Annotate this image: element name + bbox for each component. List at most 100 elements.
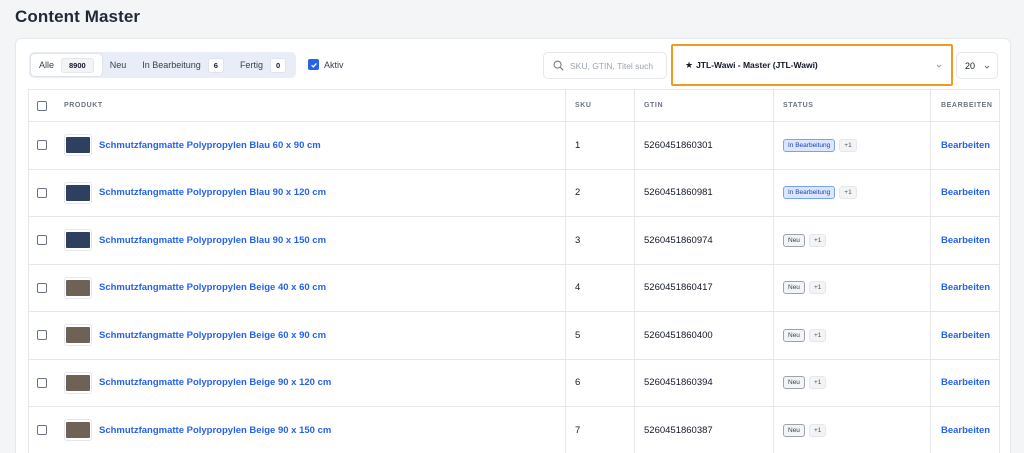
product-thumbnail — [64, 371, 92, 394]
table-row: Schmutzfangmatte Polypropylen Beige 60 x… — [28, 312, 1000, 360]
product-thumbnail — [64, 229, 92, 252]
sku-value: 3 — [575, 234, 581, 246]
product-image — [66, 184, 90, 201]
table-row: Schmutzfangmatte Polypropylen Blau 60 x … — [28, 122, 1000, 170]
sku-value: 5 — [575, 329, 581, 341]
row-checkbox[interactable] — [37, 140, 47, 151]
edit-link[interactable]: Bearbeiten — [941, 282, 990, 293]
table-row: Schmutzfangmatte Polypropylen Beige 90 x… — [28, 407, 1000, 453]
chevron-down-icon — [936, 64, 942, 68]
source-select[interactable]: ★ JTL-Wawi - Master (JTL-Wawi) — [671, 44, 953, 86]
row-checkbox[interactable] — [37, 235, 47, 246]
sku-value: 6 — [575, 377, 581, 389]
edit-link[interactable]: Bearbeiten — [941, 425, 990, 436]
header-sku[interactable]: SKU — [566, 90, 635, 121]
star-icon: ★ — [685, 59, 694, 70]
tab-label: Alle — [39, 60, 55, 70]
row-checkbox[interactable] — [37, 377, 47, 388]
tab-in-bearbeitung[interactable]: In Bearbeitung 6 — [134, 54, 232, 76]
page-title: Content Master — [15, 7, 141, 26]
header-gtin[interactable]: GTIN — [635, 90, 774, 121]
edit-link[interactable]: Bearbeiten — [941, 187, 990, 198]
product-image — [66, 232, 90, 249]
status-tabs: Alle 8900 Neu In Bearbeitung 6 Fertig 0 — [29, 52, 297, 78]
tab-label: Fertig — [239, 60, 263, 70]
product-image — [66, 422, 90, 439]
row-checkbox[interactable] — [37, 282, 47, 293]
gtin-value: 5260451860981 — [644, 187, 713, 199]
gtin-value: 5260451860974 — [644, 234, 713, 246]
search-input[interactable] — [570, 60, 662, 71]
product-image — [66, 374, 90, 391]
table-body: Schmutzfangmatte Polypropylen Blau 60 x … — [28, 122, 1000, 453]
product-image — [66, 327, 90, 344]
product-thumbnail — [64, 419, 92, 442]
product-thumbnail — [64, 324, 92, 347]
status-badge: Neu — [783, 376, 805, 390]
product-image — [66, 279, 90, 296]
product-title-link[interactable]: Schmutzfangmatte Polypropylen Beige 60 x… — [99, 330, 326, 341]
table-row: Schmutzfangmatte Polypropylen Blau 90 x … — [28, 217, 1000, 265]
extra-status-badge[interactable]: +1 — [808, 423, 827, 437]
select-all-checkbox[interactable] — [37, 100, 47, 111]
product-thumbnail — [64, 276, 92, 299]
tab-neu[interactable]: Neu — [102, 54, 135, 76]
per-page-value: 20 — [965, 60, 976, 71]
header-status[interactable]: STATUS — [774, 90, 931, 121]
product-title-link[interactable]: Schmutzfangmatte Polypropylen Blau 90 x … — [99, 235, 326, 246]
tab-label: In Bearbeitung — [142, 60, 201, 70]
table-row: Schmutzfangmatte Polypropylen Beige 90 x… — [28, 359, 1000, 407]
sku-value: 4 — [575, 282, 581, 294]
product-title-link[interactable]: Schmutzfangmatte Polypropylen Beige 90 x… — [99, 377, 331, 388]
sku-value: 1 — [575, 139, 581, 151]
active-filter-label: Aktiv — [324, 59, 344, 70]
extra-status-badge[interactable]: +1 — [808, 376, 827, 390]
status-badge: Neu — [783, 328, 805, 342]
product-image — [66, 137, 90, 154]
product-title-link[interactable]: Schmutzfangmatte Polypropylen Beige 40 x… — [99, 282, 326, 293]
toolbar: Alle 8900 Neu In Bearbeitung 6 Fertig 0 … — [16, 39, 1010, 89]
extra-status-badge[interactable]: +1 — [808, 328, 827, 342]
row-checkbox[interactable] — [37, 187, 47, 198]
gtin-value: 5260451860394 — [644, 377, 713, 389]
gtin-value: 5260451860400 — [644, 329, 713, 341]
edit-link[interactable]: Bearbeiten — [941, 140, 990, 151]
extra-status-badge[interactable]: +1 — [808, 281, 827, 295]
header-product[interactable]: PRODUKT — [55, 90, 566, 121]
active-filter-checkbox[interactable]: Aktiv — [308, 59, 344, 70]
header-edit: BEARBEITEN — [941, 102, 993, 109]
tab-label: Neu — [109, 60, 127, 70]
status-badge: Neu — [783, 423, 805, 437]
tab-count: 0 — [269, 57, 287, 73]
tab-fertig[interactable]: Fertig 0 — [232, 54, 294, 76]
extra-status-badge[interactable]: +1 — [839, 186, 857, 200]
row-checkbox[interactable] — [37, 330, 47, 341]
checkbox-checked-icon[interactable] — [308, 59, 319, 70]
product-title-link[interactable]: Schmutzfangmatte Polypropylen Blau 90 x … — [99, 187, 326, 198]
tab-alle[interactable]: Alle 8900 — [31, 54, 102, 76]
tab-count: 6 — [207, 57, 224, 73]
status-badge: In Bearbeitung — [783, 138, 836, 152]
content-card: Alle 8900 Neu In Bearbeitung 6 Fertig 0 … — [15, 38, 1011, 453]
status-badge: In Bearbeitung — [783, 186, 836, 200]
table-row: Schmutzfangmatte Polypropylen Beige 40 x… — [28, 264, 1000, 312]
gtin-value: 5260451860301 — [644, 139, 713, 151]
sku-value: 2 — [575, 187, 581, 199]
edit-link[interactable]: Bearbeiten — [941, 235, 990, 246]
product-title-link[interactable]: Schmutzfangmatte Polypropylen Beige 90 x… — [99, 425, 331, 436]
table-header: PRODUKT SKU GTIN STATUS BEARBEITEN — [28, 89, 1000, 122]
status-badge: Neu — [783, 233, 805, 247]
product-title-link[interactable]: Schmutzfangmatte Polypropylen Blau 60 x … — [99, 140, 321, 151]
extra-status-badge[interactable]: +1 — [839, 138, 857, 152]
per-page-select[interactable]: 20 — [956, 52, 998, 79]
gtin-value: 5260451860417 — [644, 282, 713, 294]
search-icon — [553, 60, 564, 71]
edit-link[interactable]: Bearbeiten — [941, 330, 990, 341]
sku-value: 7 — [575, 424, 581, 436]
tab-count: 8900 — [61, 57, 94, 73]
extra-status-badge[interactable]: +1 — [808, 233, 827, 247]
chevron-down-icon — [984, 65, 990, 69]
table-row: Schmutzfangmatte Polypropylen Blau 90 x … — [28, 169, 1000, 217]
row-checkbox[interactable] — [37, 425, 47, 436]
edit-link[interactable]: Bearbeiten — [941, 377, 990, 388]
